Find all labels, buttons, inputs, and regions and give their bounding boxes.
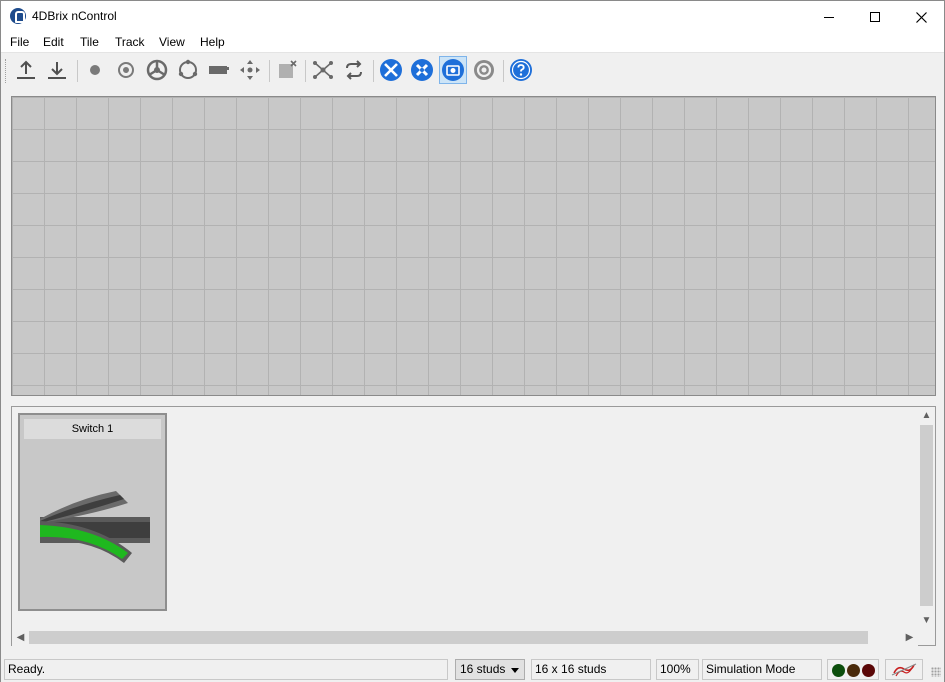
red-light-icon [862,664,875,677]
tile-switch-1[interactable]: Switch 1 [18,413,167,611]
add-target-button[interactable] [112,56,140,84]
amber-light-icon [847,664,860,677]
tiles-panel: Switch 1 ▲ ▼ ◀ ▶ [11,406,936,646]
add-wheel-button[interactable] [143,56,171,84]
menu-bar: File Edit Tile Track View Help [1,31,944,53]
resize-grip[interactable] [931,667,941,677]
network-icon [313,61,333,79]
minimize-button[interactable] [806,1,852,31]
menu-file[interactable]: File [10,35,29,49]
rail-icon [209,66,229,74]
toolbar-separator [305,60,306,82]
vertical-scroll-thumb[interactable] [920,425,933,606]
upload-button[interactable] [12,56,40,84]
wrench-screwdriver-button[interactable] [408,56,436,84]
horizontal-scrollbar[interactable]: ◀ ▶ [12,629,918,646]
layout-grid[interactable] [11,96,936,396]
download-button[interactable] [43,56,71,84]
menu-view[interactable]: View [159,35,185,49]
settings-button[interactable] [470,56,498,84]
target-icon [118,62,134,78]
grid-size-field: 16 x 16 studs [531,659,651,680]
status-lights [827,659,879,680]
horizontal-scroll-thumb[interactable] [29,631,868,644]
close-button[interactable] [898,1,944,31]
settings-icon [474,60,494,80]
delete-tile-icon [279,60,297,78]
window-title: 4DBrix nControl [32,9,117,23]
minimize-icon [824,16,834,18]
camera-icon [442,59,464,81]
menu-help[interactable]: Help [200,35,225,49]
scroll-down-icon[interactable]: ▼ [918,612,935,629]
vertical-scrollbar[interactable]: ▲ ▼ [918,407,935,630]
toolbar [1,54,944,88]
download-icon [48,62,66,79]
tools-icon [380,59,402,81]
menu-tile[interactable]: Tile [80,35,99,49]
tile-label: Switch 1 [24,419,161,439]
scroll-right-icon[interactable]: ▶ [901,629,918,646]
circle-arrows-icon [178,59,198,79]
simulation-toggle[interactable] [885,659,923,680]
scroll-up-icon[interactable]: ▲ [918,407,935,424]
add-dot-button[interactable] [81,56,109,84]
move-button[interactable] [236,56,264,84]
toolbar-grip[interactable] [5,59,8,83]
chevron-down-icon [511,668,519,673]
maximize-icon [870,12,880,23]
close-icon [915,11,927,23]
green-light-icon [832,664,845,677]
move-icon [240,60,260,80]
tools-button[interactable] [377,56,405,84]
refresh-icon [346,60,362,80]
delete-tile-button[interactable] [273,56,301,84]
toolbar-separator [77,60,78,82]
title-bar: 4DBrix nControl [1,1,944,31]
stud-size-dropdown[interactable]: 16 studs [455,659,525,680]
status-bar: Ready. 16 studs 16 x 16 studs 100% Simul… [1,657,944,682]
refresh-button[interactable] [340,56,368,84]
upload-icon [17,60,35,79]
dot-icon [90,65,100,75]
camera-button[interactable] [439,56,467,84]
mode-field: Simulation Mode [702,659,822,680]
scroll-left-icon[interactable]: ◀ [12,629,29,646]
no-signal-icon [891,663,917,677]
help-icon [510,59,532,81]
help-button[interactable] [507,56,535,84]
wrench-screwdriver-icon [411,59,433,81]
toolbar-separator [373,60,374,82]
stud-size-value: 16 studs [460,662,506,676]
add-loop-button[interactable] [174,56,202,84]
app-logo-icon [10,8,26,24]
add-rail-button[interactable] [205,56,233,84]
network-button[interactable] [309,56,337,84]
wheel-icon [146,59,168,81]
menu-track[interactable]: Track [115,35,145,49]
toolbar-separator [503,60,504,82]
track-switch-icon [40,491,150,563]
zoom-field: 100% [656,659,699,680]
toolbar-separator [269,60,270,82]
maximize-button[interactable] [852,1,898,31]
app-window: 4DBrix nControl File Edit Tile Track Vie… [0,0,945,682]
status-message: Ready. [4,659,448,680]
menu-edit[interactable]: Edit [43,35,64,49]
